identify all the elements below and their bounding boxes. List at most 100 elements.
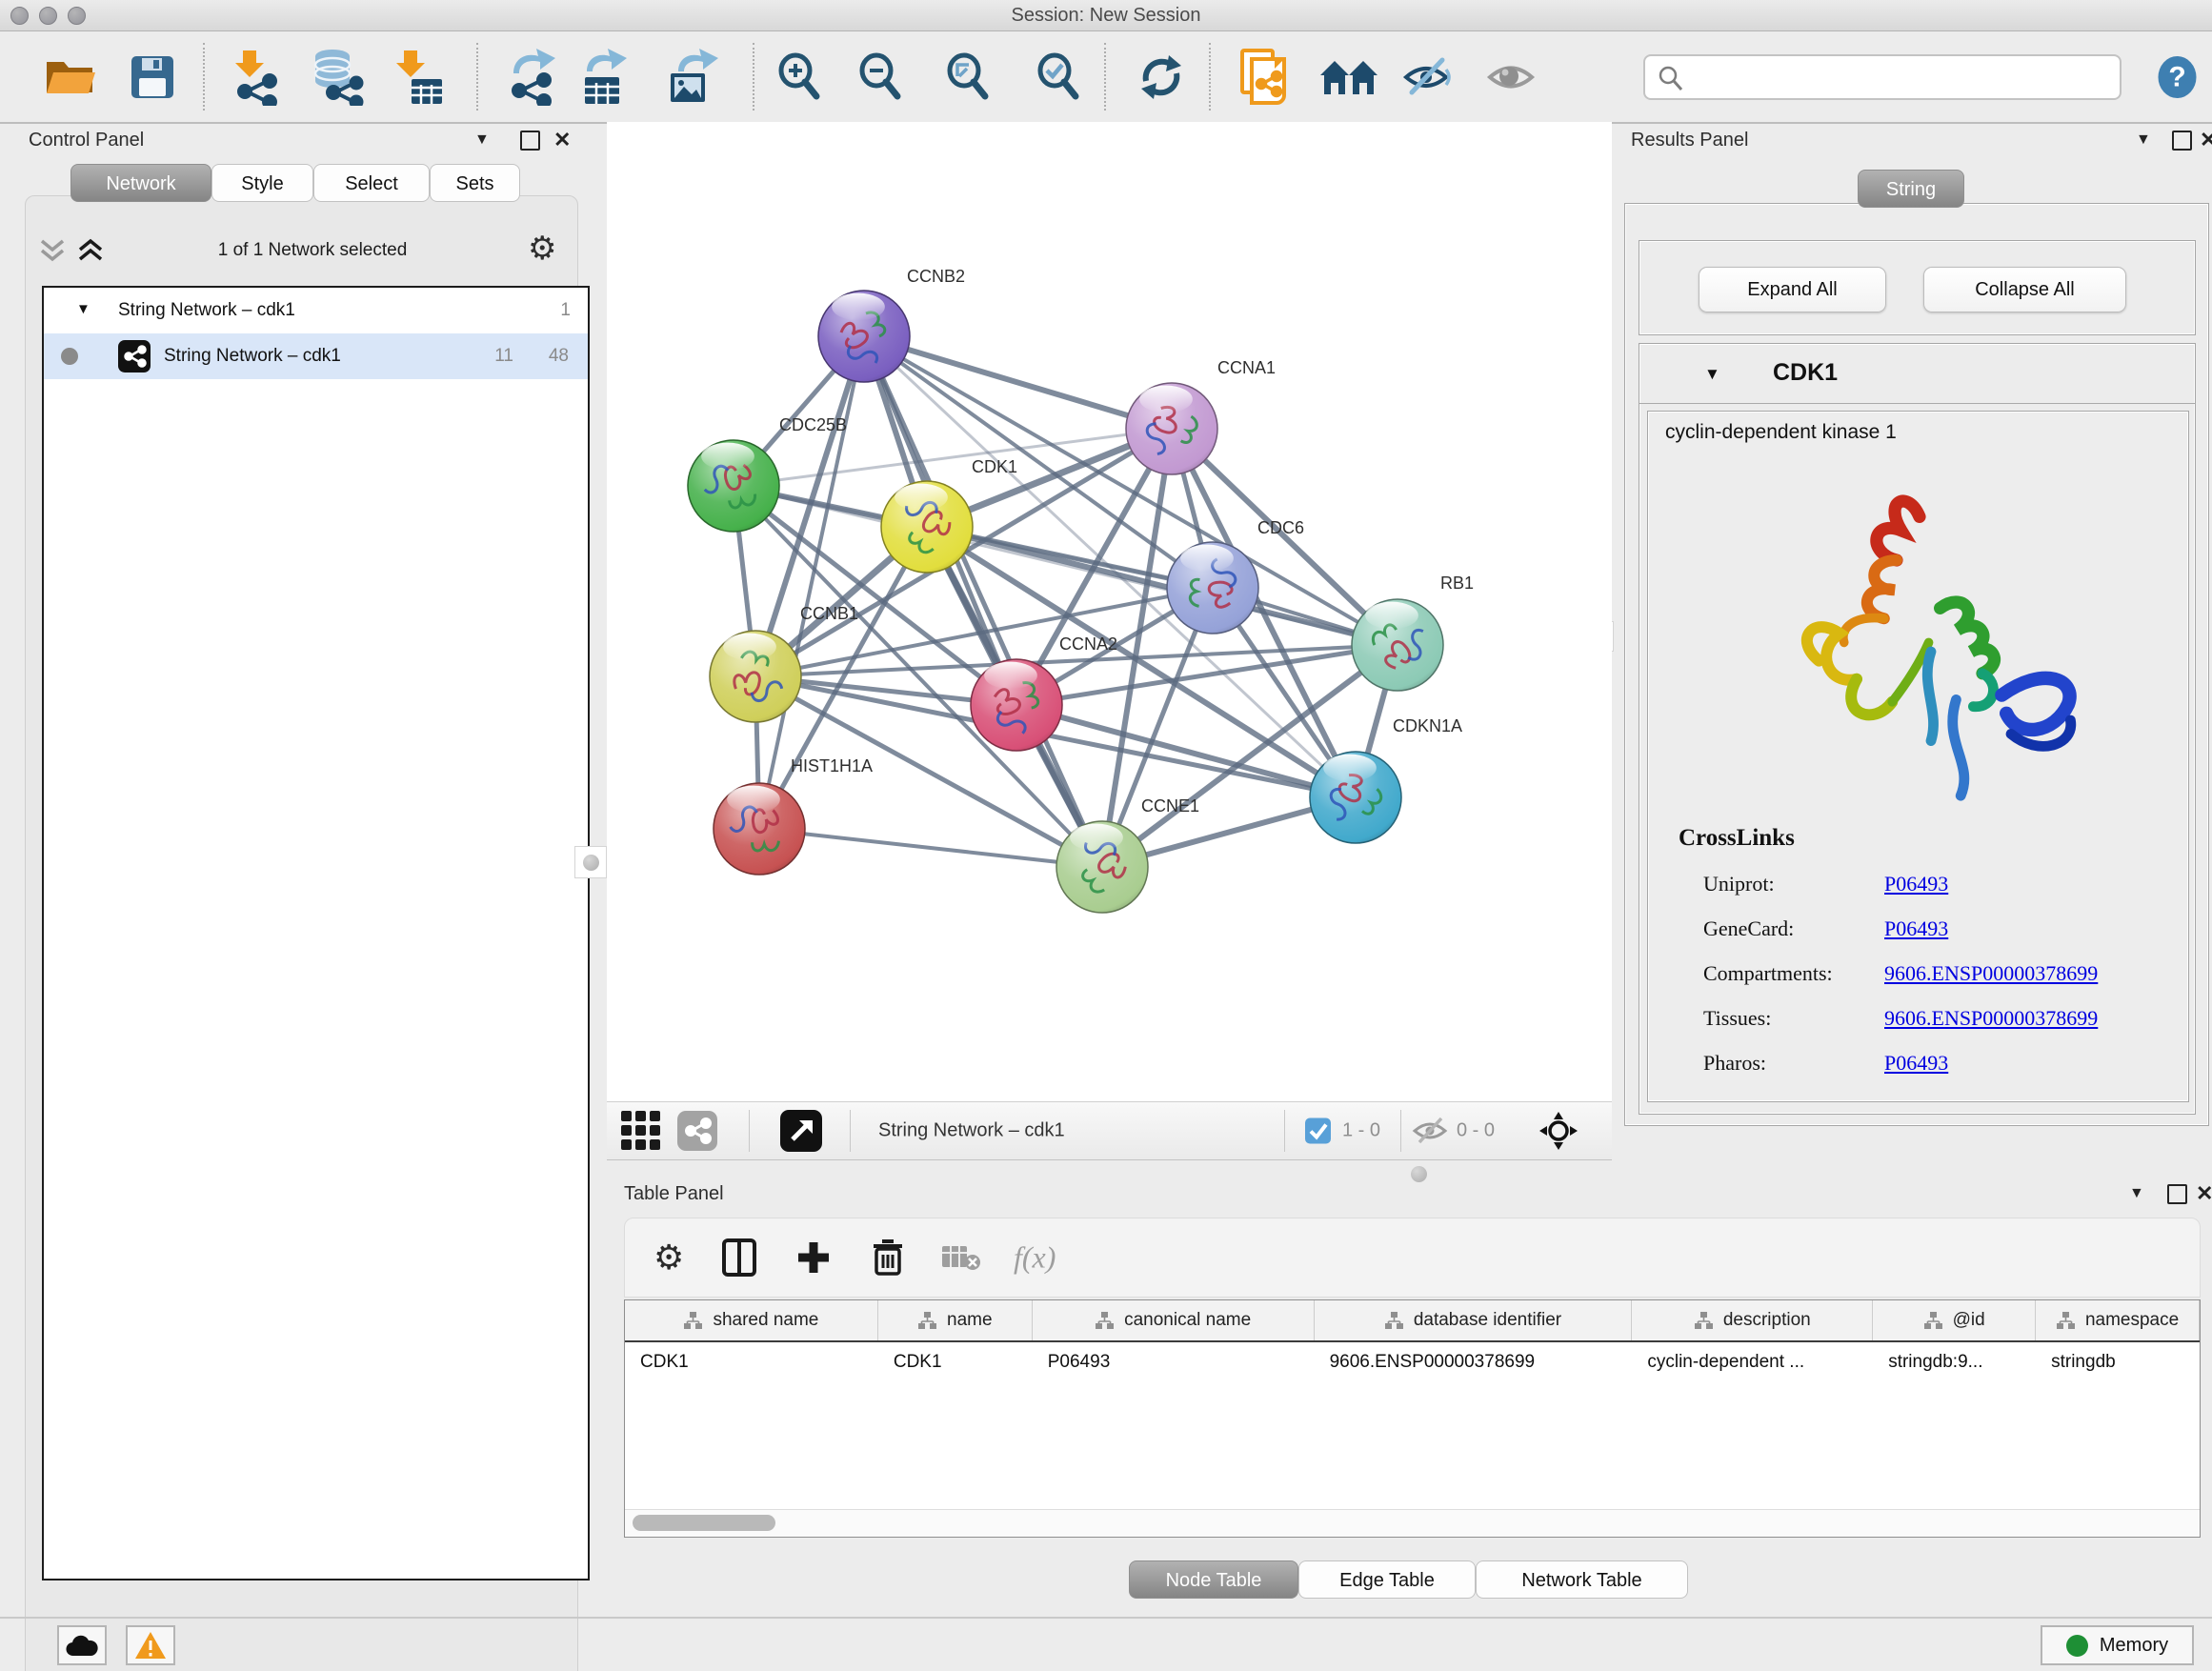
zoom-in-button[interactable]	[775, 52, 823, 102]
save-session-button[interactable]	[129, 53, 176, 101]
fit-selected-crosshair-icon[interactable]	[1538, 1111, 1579, 1151]
table-cell[interactable]: CDK1	[625, 1342, 878, 1382]
network-node-CDKN1A[interactable]: CDKN1A	[1310, 716, 1462, 843]
network-collection-row[interactable]: ▼ String Network – cdk1 1	[44, 288, 588, 333]
collapse-all-button[interactable]: Collapse All	[1923, 267, 2126, 312]
tab-string[interactable]: String	[1858, 170, 1964, 208]
zoom-selected-button[interactable]	[1035, 52, 1082, 102]
disclosure-triangle-icon[interactable]: ▼	[76, 301, 90, 317]
table-columns-icon[interactable]	[722, 1238, 756, 1277]
network-canvas[interactable]: CCNB2CCNA1CDC25BCDK1CDC6RB1CCNB1CCNA2CDK…	[607, 122, 1612, 1101]
tab-network[interactable]: Network	[70, 164, 211, 202]
column-header-id[interactable]: @id	[1873, 1300, 2036, 1340]
network-edge-HIST1H1A-CCNE1[interactable]	[759, 829, 1102, 867]
zoom-fit-button[interactable]	[944, 52, 992, 102]
protein-disclosure-icon[interactable]: ▼	[1704, 365, 1720, 384]
help-button[interactable]: ?	[2155, 54, 2200, 99]
crosslink-link[interactable]: P06493	[1884, 1051, 1948, 1076]
control-panel-menu-button[interactable]: ▼	[474, 131, 490, 149]
export-table-button[interactable]	[579, 49, 633, 106]
column-header-namespace[interactable]: namespace	[2036, 1300, 2200, 1340]
table-cell[interactable]: stringdb	[2036, 1342, 2200, 1382]
cloud-status-button[interactable]	[57, 1625, 107, 1665]
grid-view-icon[interactable]	[620, 1110, 662, 1152]
tab-network-table[interactable]: Network Table	[1476, 1560, 1688, 1599]
table-cell[interactable]: stringdb:9...	[1873, 1342, 2036, 1382]
tab-edge-table[interactable]: Edge Table	[1298, 1560, 1476, 1599]
network-node-CCNB2[interactable]: CCNB2	[818, 267, 965, 382]
network-edge-CDK1-RB1[interactable]	[927, 527, 1398, 645]
column-header-description[interactable]: description	[1632, 1300, 1873, 1340]
results-panel-menu-button[interactable]: ▼	[2136, 131, 2151, 149]
table-cell[interactable]: 9606.ENSP00000378699	[1315, 1342, 1633, 1382]
gear-icon[interactable]: ⚙	[528, 230, 556, 268]
import-network-database-button[interactable]	[309, 49, 366, 106]
table-cell[interactable]: cyclin-dependent ...	[1632, 1342, 1873, 1382]
tab-select[interactable]: Select	[313, 164, 430, 202]
table-panel-float-button[interactable]	[2167, 1184, 2187, 1204]
network-row[interactable]: String Network – cdk1 11 48	[44, 333, 588, 379]
table-horizontal-scrollbar[interactable]	[625, 1509, 2200, 1537]
table-panel-close-button[interactable]: ✕	[2196, 1181, 2212, 1206]
network-edge-CCNB2-CCNA1[interactable]	[864, 336, 1172, 429]
crosslink-link[interactable]: P06493	[1884, 916, 1948, 941]
results-panel-close-button[interactable]: ✕	[2200, 128, 2212, 152]
table-cell[interactable]: P06493	[1033, 1342, 1315, 1382]
network-node-CDK1[interactable]: CDK1	[881, 457, 1017, 573]
network-view-share-icon[interactable]	[677, 1111, 717, 1151]
zoom-out-button[interactable]	[856, 52, 904, 102]
network-edge-CCNB2-CCNE1[interactable]	[864, 336, 1102, 867]
table-row[interactable]: CDK1CDK1P064939606.ENSP00000378699cyclin…	[625, 1342, 2200, 1382]
crosslink-link[interactable]: 9606.ENSP00000378699	[1884, 1006, 2098, 1031]
search-input[interactable]	[1691, 58, 2114, 94]
selected-checkbox-icon[interactable]	[1305, 1118, 1331, 1144]
node-table: shared namenamecanonical namedatabase id…	[624, 1299, 2201, 1538]
tab-sets[interactable]: Sets	[430, 164, 520, 202]
string-import-button[interactable]	[1238, 48, 1292, 107]
column-header-databaseidentifier[interactable]: database identifier	[1315, 1300, 1633, 1340]
delete-column-icon[interactable]	[871, 1238, 905, 1277]
divider	[1639, 403, 2195, 404]
add-column-icon[interactable]	[796, 1240, 831, 1275]
tab-style[interactable]: Style	[211, 164, 313, 202]
column-header-canonicalname[interactable]: canonical name	[1033, 1300, 1315, 1340]
hide-selected-button[interactable]	[1402, 54, 1454, 100]
import-table-button[interactable]	[391, 49, 444, 106]
export-network-button[interactable]	[506, 49, 559, 106]
network-edge-CCNB2-HIST1H1A[interactable]	[759, 336, 864, 829]
show-selected-button[interactable]	[1486, 55, 1536, 99]
left-splitter-handle[interactable]	[574, 846, 607, 878]
string-home-button[interactable]	[1319, 56, 1378, 98]
table-gear-icon[interactable]: ⚙	[654, 1238, 684, 1278]
results-panel-float-button[interactable]	[2172, 131, 2192, 151]
control-panel-float-button[interactable]	[520, 131, 540, 151]
scrollbar-thumb[interactable]	[633, 1515, 775, 1531]
import-network-icon	[228, 49, 281, 106]
network-node-CCNB1[interactable]: CCNB1	[710, 604, 858, 722]
network-node-CCNA1[interactable]: CCNA1	[1126, 358, 1276, 474]
column-header-name[interactable]: name	[878, 1300, 1033, 1340]
memory-button[interactable]: Memory	[2041, 1625, 2194, 1665]
birds-eye-view-icon[interactable]	[780, 1110, 822, 1152]
refresh-layout-button[interactable]	[1137, 53, 1185, 101]
tab-node-table[interactable]: Node Table	[1129, 1560, 1298, 1599]
column-header-sharedname[interactable]: shared name	[625, 1300, 878, 1340]
export-image-button[interactable]	[667, 49, 720, 106]
network-share-icon	[118, 340, 151, 372]
crosslink-link[interactable]: P06493	[1884, 872, 1948, 896]
expand-all-button[interactable]: Expand All	[1699, 267, 1886, 312]
crosslink-link[interactable]: 9606.ENSP00000378699	[1884, 961, 2098, 986]
expand-all-chevron-icon[interactable]	[76, 238, 109, 263]
hidden-eye-icon[interactable]	[1412, 1115, 1450, 1147]
control-panel-close-button[interactable]: ✕	[553, 128, 571, 152]
warning-status-button[interactable]	[126, 1625, 175, 1665]
node-label-CCNB1: CCNB1	[800, 604, 858, 623]
network-node-HIST1H1A[interactable]: HIST1H1A	[714, 756, 873, 875]
network-node-RB1[interactable]: RB1	[1352, 574, 1474, 691]
table-cell[interactable]: CDK1	[878, 1342, 1033, 1382]
collapse-all-chevron-icon[interactable]	[38, 238, 70, 263]
open-session-button[interactable]	[42, 53, 97, 101]
node-label-HIST1H1A: HIST1H1A	[791, 756, 873, 775]
import-network-file-button[interactable]	[228, 49, 281, 106]
table-panel-menu-button[interactable]: ▼	[2129, 1185, 2144, 1202]
